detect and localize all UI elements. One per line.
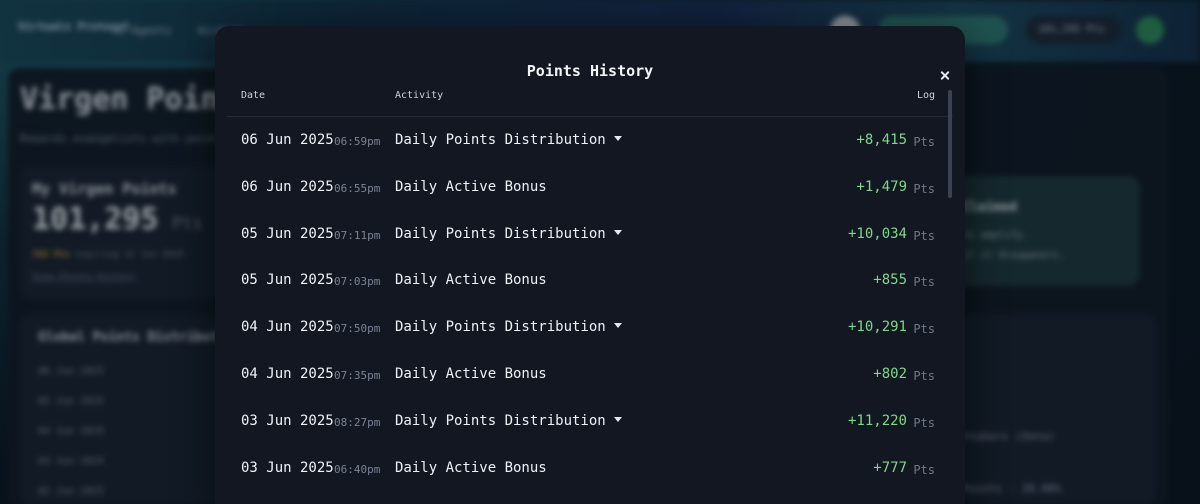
scrollbar-thumb[interactable] bbox=[948, 90, 952, 198]
row-activity: Daily Active Bonus bbox=[395, 459, 547, 476]
caret-down-icon[interactable] bbox=[613, 416, 622, 422]
modal-title: Points History bbox=[526, 62, 654, 80]
row-activity: Daily Active Bonus bbox=[395, 272, 547, 289]
row-time: 07:11pm bbox=[334, 228, 381, 242]
row-time: 06:40pm bbox=[334, 462, 381, 476]
row-date: 06 Jun 2025 bbox=[241, 132, 334, 148]
table-row[interactable]: 03 Jun 2025 06:40pm Daily Active Bonus +… bbox=[241, 445, 935, 492]
row-activity[interactable]: Daily Points Distribution bbox=[395, 226, 622, 242]
table-row[interactable]: 04 Jun 2025 07:50pm Daily Points Distrib… bbox=[241, 304, 935, 351]
table-row[interactable]: 03 Jun 2025 08:27pm Daily Points Distrib… bbox=[241, 398, 935, 445]
row-date: 05 Jun 2025 bbox=[241, 225, 334, 242]
row-date: 05 Jun 2025 bbox=[241, 272, 334, 289]
header-date: Date bbox=[241, 90, 266, 101]
row-date: 06 Jun 2025 bbox=[241, 178, 334, 195]
row-amount: +10,291 bbox=[847, 319, 907, 336]
row-amount: +855 bbox=[873, 272, 907, 289]
history-list: 06 Jun 2025 06:59pm Daily Points Distrib… bbox=[241, 117, 935, 491]
row-amount: +777 bbox=[873, 459, 907, 476]
table-row[interactable]: 06 Jun 2025 06:59pm Daily Points Distrib… bbox=[241, 117, 935, 164]
close-icon[interactable] bbox=[937, 68, 953, 84]
table-row[interactable]: 05 Jun 2025 07:03pm Daily Active Bonus +… bbox=[241, 257, 935, 304]
header-activity: Activity bbox=[395, 90, 444, 101]
row-unit: Pts bbox=[913, 462, 935, 477]
row-activity[interactable]: Daily Points Distribution bbox=[395, 319, 622, 335]
row-unit: Pts bbox=[913, 228, 935, 243]
caret-down-icon[interactable] bbox=[613, 323, 622, 329]
table-header: Date Activity Log bbox=[241, 90, 935, 114]
header-log: Log bbox=[916, 90, 935, 101]
table-row[interactable]: 04 Jun 2025 07:35pm Daily Active Bonus +… bbox=[241, 351, 935, 398]
row-activity[interactable]: Daily Points Distribution bbox=[395, 413, 622, 429]
row-time: 07:35pm bbox=[334, 368, 381, 382]
caret-down-icon[interactable] bbox=[613, 229, 622, 235]
row-date: 04 Jun 2025 bbox=[241, 365, 334, 382]
row-unit: Pts bbox=[913, 322, 935, 337]
row-time: 06:59pm bbox=[334, 135, 381, 148]
row-amount: +1,479 bbox=[856, 178, 907, 195]
table-row[interactable]: 06 Jun 2025 06:55pm Daily Active Bonus +… bbox=[241, 164, 935, 211]
row-activity: Daily Active Bonus bbox=[395, 178, 547, 195]
row-amount: +10,034 bbox=[847, 225, 907, 242]
row-time: 07:03pm bbox=[334, 275, 381, 289]
row-unit: Pts bbox=[913, 368, 935, 383]
row-amount: +8,415 bbox=[856, 132, 907, 148]
row-time: 06:55pm bbox=[334, 181, 381, 195]
row-time: 08:27pm bbox=[334, 415, 381, 429]
row-unit: Pts bbox=[913, 135, 935, 149]
row-date: 03 Jun 2025 bbox=[241, 459, 334, 476]
row-unit: Pts bbox=[913, 275, 935, 290]
points-history-modal: Points History Date Activity Log 06 Jun … bbox=[215, 26, 965, 504]
row-amount: +11,220 bbox=[847, 412, 907, 429]
row-date: 04 Jun 2025 bbox=[241, 319, 334, 336]
row-unit: Pts bbox=[913, 415, 935, 430]
row-activity[interactable]: Daily Points Distribution bbox=[395, 132, 622, 148]
row-date: 03 Jun 2025 bbox=[241, 412, 334, 429]
row-amount: +802 bbox=[873, 365, 907, 382]
table-row[interactable]: 05 Jun 2025 07:11pm Daily Points Distrib… bbox=[241, 211, 935, 258]
caret-down-icon[interactable] bbox=[613, 136, 622, 141]
row-unit: Pts bbox=[913, 181, 935, 196]
row-activity: Daily Active Bonus bbox=[395, 365, 547, 382]
row-time: 07:50pm bbox=[334, 322, 381, 336]
